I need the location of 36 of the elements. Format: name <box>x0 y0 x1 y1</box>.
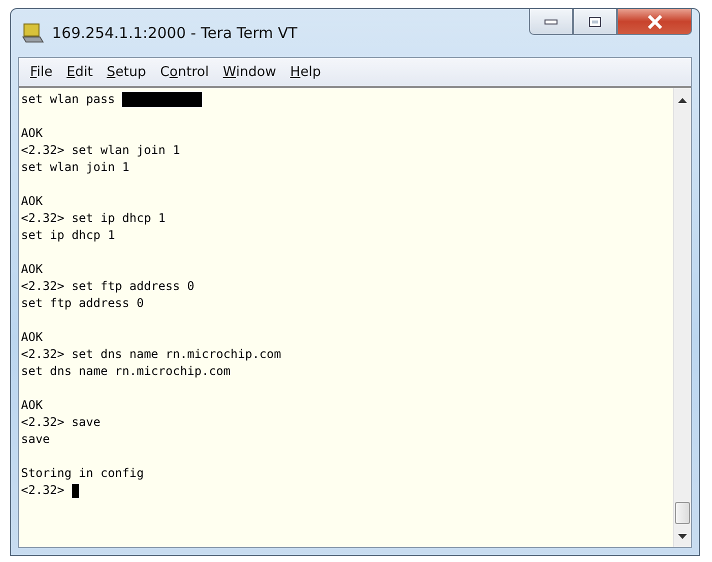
window-title: 169.254.1.1:2000 - Tera Term VT <box>52 24 298 42</box>
vertical-scrollbar[interactable] <box>673 88 691 547</box>
terminal-line: AOK <box>21 397 43 414</box>
maximize-button[interactable] <box>573 9 617 35</box>
scroll-up-arrow-icon[interactable] <box>678 98 687 103</box>
terminal-line: Storing in config <box>21 465 144 482</box>
terminal-line: save <box>21 431 50 448</box>
terminal-line: set wlan join 1 <box>21 159 130 176</box>
menu-item[interactable]: Window <box>216 64 284 80</box>
terminal-line: set dns name rn.microchip.com <box>21 363 231 380</box>
terminal-line: <2.32> set ftp address 0 <box>21 278 194 295</box>
menu-item[interactable]: Edit <box>60 64 100 80</box>
maximize-icon <box>588 16 602 28</box>
terminal-line: set ftp address 0 <box>21 295 144 312</box>
close-button[interactable] <box>617 9 692 35</box>
menu-item[interactable]: Setup <box>100 64 154 80</box>
minimize-icon <box>544 18 558 24</box>
terminal-app-icon <box>22 23 44 43</box>
menu-item[interactable]: File <box>23 64 60 80</box>
terminal-line: AOK <box>21 329 43 346</box>
terminal-line: <2.32> save <box>21 414 100 431</box>
terminal-line: set ip dhcp 1 <box>21 227 115 244</box>
minimize-button[interactable] <box>529 9 573 35</box>
terminal-line: AOK <box>21 193 43 210</box>
terminal-line: <2.32> set wlan join 1 <box>21 142 180 159</box>
terminal-line: set wlan pass <box>21 91 116 108</box>
menu-item[interactable]: Help <box>283 64 328 80</box>
terminal-line: <2.32> set ip dhcp 1 <box>21 210 166 227</box>
scroll-down-arrow-icon[interactable] <box>678 534 687 539</box>
terminal-line: AOK <box>21 125 43 142</box>
menu-item[interactable]: Control <box>153 64 216 80</box>
terminal-line: <2.32> <box>21 482 66 499</box>
terminal-line: AOK <box>21 261 43 278</box>
terminal-line: <2.32> set dns name rn.microchip.com <box>21 346 282 363</box>
scrollbar-thumb[interactable] <box>675 502 690 524</box>
close-icon <box>646 14 662 28</box>
